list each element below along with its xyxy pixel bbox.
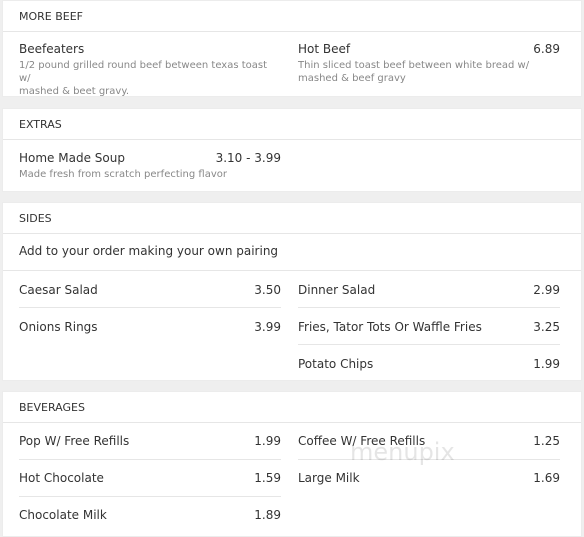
- divider: [298, 459, 560, 460]
- section-title: MORE BEEF: [3, 1, 581, 32]
- item-description-line: mashed & beef gravy: [298, 73, 406, 84]
- item-description-line: mashed & beet gravy.: [19, 86, 129, 97]
- item-price: 1.99: [533, 357, 560, 371]
- item-description-line: Made fresh from scratch perfecting flavo…: [19, 169, 227, 180]
- divider: [19, 307, 281, 308]
- section-description: Add to your order making your own pairin…: [19, 244, 279, 258]
- item-description: Made fresh from scratch perfecting flavo…: [19, 168, 281, 181]
- divider: [3, 270, 581, 271]
- item-price: 1.99: [254, 434, 281, 448]
- item-description-line: Thin sliced toast beef between white bre…: [298, 60, 530, 71]
- section-more-beef: MORE BEEF Beefeaters 1/2 pound grilled r…: [2, 0, 582, 97]
- item-name: Caesar Salad: [19, 283, 98, 297]
- item-name: Hot Chocolate: [19, 471, 104, 485]
- item-price: 1.59: [254, 471, 281, 485]
- item-name: Pop W/ Free Refills: [19, 434, 130, 448]
- section-sides: SIDES Add to your order making your own …: [2, 202, 582, 381]
- item-description-line: 1/2 pound grilled round beef between tex…: [19, 60, 268, 84]
- item-price: 6.89: [533, 42, 560, 56]
- item-price: 1.25: [533, 434, 560, 448]
- item-name: Dinner Salad: [298, 283, 376, 297]
- item-price: 3.50: [254, 283, 281, 297]
- item-price: 1.89: [254, 508, 281, 522]
- divider: [298, 344, 560, 345]
- item-price: 3.10 - 3.99: [215, 151, 281, 165]
- divider: [19, 496, 281, 497]
- divider: [19, 459, 281, 460]
- item-name: Large Milk: [298, 471, 360, 485]
- item-description: Thin sliced toast beef between white bre…: [298, 59, 560, 85]
- item-price: 2.99: [533, 283, 560, 297]
- item-name: Onions Rings: [19, 320, 98, 334]
- item-price: 1.69: [533, 471, 560, 485]
- item-price: 3.99: [254, 320, 281, 334]
- item-name: Beefeaters: [19, 42, 85, 56]
- divider: [298, 307, 560, 308]
- item-price: 3.25: [533, 320, 560, 334]
- item-description: 1/2 pound grilled round beef between tex…: [19, 59, 281, 98]
- item-name: Home Made Soup: [19, 151, 125, 165]
- item-name: Coffee W/ Free Refills: [298, 434, 426, 448]
- section-title: SIDES: [3, 203, 581, 234]
- section-beverages: BEVERAGES Pop W/ Free Refills 1.99 Coffe…: [2, 391, 582, 537]
- item-name: Fries, Tator Tots Or Waffle Fries: [298, 320, 482, 334]
- section-title: BEVERAGES: [3, 392, 581, 423]
- item-name: Potato Chips: [298, 357, 374, 371]
- section-title: EXTRAS: [3, 109, 581, 140]
- item-name: Chocolate Milk: [19, 508, 107, 522]
- section-extras: EXTRAS Home Made Soup 3.10 - 3.99 Made f…: [2, 108, 582, 192]
- item-name: Hot Beef: [298, 42, 351, 56]
